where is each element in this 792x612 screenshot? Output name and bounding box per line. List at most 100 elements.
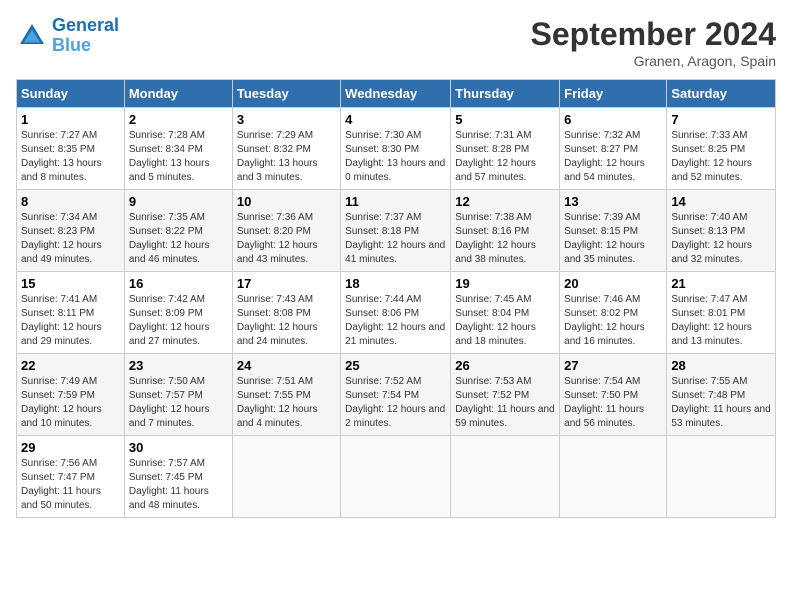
day-number: 8 — [21, 194, 120, 209]
day-detail: Sunrise: 7:27 AM Sunset: 8:35 PM Dayligh… — [21, 129, 120, 185]
day-detail: Sunrise: 7:47 AM Sunset: 8:01 PM Dayligh… — [671, 293, 771, 349]
day-detail: Sunrise: 7:54 AM Sunset: 7:50 PM Dayligh… — [564, 375, 662, 431]
day-detail: Sunrise: 7:37 AM Sunset: 8:18 PM Dayligh… — [345, 211, 446, 267]
day-number: 19 — [455, 276, 555, 291]
calendar-cell: 4 Sunrise: 7:30 AM Sunset: 8:30 PM Dayli… — [341, 108, 451, 190]
day-number: 18 — [345, 276, 446, 291]
calendar-cell: 13 Sunrise: 7:39 AM Sunset: 8:15 PM Dayl… — [560, 190, 667, 272]
calendar-cell: 20 Sunrise: 7:46 AM Sunset: 8:02 PM Dayl… — [560, 272, 667, 354]
day-number: 17 — [237, 276, 336, 291]
day-number: 10 — [237, 194, 336, 209]
calendar-cell: 23 Sunrise: 7:50 AM Sunset: 7:57 PM Dayl… — [124, 354, 232, 436]
day-detail: Sunrise: 7:36 AM Sunset: 8:20 PM Dayligh… — [237, 211, 336, 267]
day-number: 4 — [345, 112, 446, 127]
day-detail: Sunrise: 7:39 AM Sunset: 8:15 PM Dayligh… — [564, 211, 662, 267]
calendar-cell: 22 Sunrise: 7:49 AM Sunset: 7:59 PM Dayl… — [17, 354, 125, 436]
day-number: 20 — [564, 276, 662, 291]
day-number: 24 — [237, 358, 336, 373]
calendar-cell: 18 Sunrise: 7:44 AM Sunset: 8:06 PM Dayl… — [341, 272, 451, 354]
day-number: 7 — [671, 112, 771, 127]
title-block: September 2024 Granen, Aragon, Spain — [531, 16, 776, 69]
day-number: 22 — [21, 358, 120, 373]
day-detail: Sunrise: 7:42 AM Sunset: 8:09 PM Dayligh… — [129, 293, 228, 349]
calendar-week-row: 22 Sunrise: 7:49 AM Sunset: 7:59 PM Dayl… — [17, 354, 776, 436]
day-detail: Sunrise: 7:45 AM Sunset: 8:04 PM Dayligh… — [455, 293, 555, 349]
logo-text: General Blue — [52, 16, 119, 56]
calendar-cell: 6 Sunrise: 7:32 AM Sunset: 8:27 PM Dayli… — [560, 108, 667, 190]
day-detail: Sunrise: 7:29 AM Sunset: 8:32 PM Dayligh… — [237, 129, 336, 185]
calendar-cell: 19 Sunrise: 7:45 AM Sunset: 8:04 PM Dayl… — [451, 272, 560, 354]
calendar-cell: 7 Sunrise: 7:33 AM Sunset: 8:25 PM Dayli… — [667, 108, 776, 190]
day-number: 9 — [129, 194, 228, 209]
calendar-cell: 25 Sunrise: 7:52 AM Sunset: 7:54 PM Dayl… — [341, 354, 451, 436]
day-detail: Sunrise: 7:28 AM Sunset: 8:34 PM Dayligh… — [129, 129, 228, 185]
day-number: 6 — [564, 112, 662, 127]
calendar-week-row: 8 Sunrise: 7:34 AM Sunset: 8:23 PM Dayli… — [17, 190, 776, 272]
calendar-cell: 29 Sunrise: 7:56 AM Sunset: 7:47 PM Dayl… — [17, 436, 125, 518]
day-number: 12 — [455, 194, 555, 209]
day-number: 11 — [345, 194, 446, 209]
weekday-header: Monday — [124, 80, 232, 108]
day-detail: Sunrise: 7:57 AM Sunset: 7:45 PM Dayligh… — [129, 457, 228, 513]
logo-icon — [16, 20, 48, 52]
calendar-cell: 21 Sunrise: 7:47 AM Sunset: 8:01 PM Dayl… — [667, 272, 776, 354]
calendar-cell — [451, 436, 560, 518]
day-number: 25 — [345, 358, 446, 373]
day-number: 1 — [21, 112, 120, 127]
calendar-cell: 10 Sunrise: 7:36 AM Sunset: 8:20 PM Dayl… — [232, 190, 340, 272]
calendar-cell — [667, 436, 776, 518]
day-detail: Sunrise: 7:38 AM Sunset: 8:16 PM Dayligh… — [455, 211, 555, 267]
day-detail: Sunrise: 7:35 AM Sunset: 8:22 PM Dayligh… — [129, 211, 228, 267]
day-number: 15 — [21, 276, 120, 291]
calendar-cell: 9 Sunrise: 7:35 AM Sunset: 8:22 PM Dayli… — [124, 190, 232, 272]
day-detail: Sunrise: 7:50 AM Sunset: 7:57 PM Dayligh… — [129, 375, 228, 431]
day-detail: Sunrise: 7:30 AM Sunset: 8:30 PM Dayligh… — [345, 129, 446, 185]
day-number: 2 — [129, 112, 228, 127]
calendar-cell: 12 Sunrise: 7:38 AM Sunset: 8:16 PM Dayl… — [451, 190, 560, 272]
calendar-week-row: 15 Sunrise: 7:41 AM Sunset: 8:11 PM Dayl… — [17, 272, 776, 354]
calendar-cell: 5 Sunrise: 7:31 AM Sunset: 8:28 PM Dayli… — [451, 108, 560, 190]
calendar-week-row: 29 Sunrise: 7:56 AM Sunset: 7:47 PM Dayl… — [17, 436, 776, 518]
logo: General Blue — [16, 16, 119, 56]
weekday-header: Thursday — [451, 80, 560, 108]
day-number: 30 — [129, 440, 228, 455]
day-detail: Sunrise: 7:41 AM Sunset: 8:11 PM Dayligh… — [21, 293, 120, 349]
calendar-cell: 15 Sunrise: 7:41 AM Sunset: 8:11 PM Dayl… — [17, 272, 125, 354]
day-number: 14 — [671, 194, 771, 209]
calendar-cell: 14 Sunrise: 7:40 AM Sunset: 8:13 PM Dayl… — [667, 190, 776, 272]
day-detail: Sunrise: 7:31 AM Sunset: 8:28 PM Dayligh… — [455, 129, 555, 185]
location: Granen, Aragon, Spain — [531, 53, 776, 69]
calendar-cell — [560, 436, 667, 518]
day-detail: Sunrise: 7:46 AM Sunset: 8:02 PM Dayligh… — [564, 293, 662, 349]
calendar-cell: 8 Sunrise: 7:34 AM Sunset: 8:23 PM Dayli… — [17, 190, 125, 272]
day-number: 29 — [21, 440, 120, 455]
day-number: 16 — [129, 276, 228, 291]
day-detail: Sunrise: 7:49 AM Sunset: 7:59 PM Dayligh… — [21, 375, 120, 431]
weekday-header: Wednesday — [341, 80, 451, 108]
day-detail: Sunrise: 7:51 AM Sunset: 7:55 PM Dayligh… — [237, 375, 336, 431]
day-detail: Sunrise: 7:34 AM Sunset: 8:23 PM Dayligh… — [21, 211, 120, 267]
calendar-cell: 24 Sunrise: 7:51 AM Sunset: 7:55 PM Dayl… — [232, 354, 340, 436]
calendar-cell: 16 Sunrise: 7:42 AM Sunset: 8:09 PM Dayl… — [124, 272, 232, 354]
day-number: 3 — [237, 112, 336, 127]
calendar-cell: 27 Sunrise: 7:54 AM Sunset: 7:50 PM Dayl… — [560, 354, 667, 436]
day-detail: Sunrise: 7:44 AM Sunset: 8:06 PM Dayligh… — [345, 293, 446, 349]
day-number: 26 — [455, 358, 555, 373]
day-detail: Sunrise: 7:56 AM Sunset: 7:47 PM Dayligh… — [21, 457, 120, 513]
calendar-table: SundayMondayTuesdayWednesdayThursdayFrid… — [16, 79, 776, 518]
weekday-header: Sunday — [17, 80, 125, 108]
day-number: 21 — [671, 276, 771, 291]
day-detail: Sunrise: 7:55 AM Sunset: 7:48 PM Dayligh… — [671, 375, 771, 431]
calendar-cell: 1 Sunrise: 7:27 AM Sunset: 8:35 PM Dayli… — [17, 108, 125, 190]
day-number: 28 — [671, 358, 771, 373]
calendar-week-row: 1 Sunrise: 7:27 AM Sunset: 8:35 PM Dayli… — [17, 108, 776, 190]
day-detail: Sunrise: 7:53 AM Sunset: 7:52 PM Dayligh… — [455, 375, 555, 431]
page-header: General Blue September 2024 Granen, Arag… — [16, 16, 776, 69]
calendar-cell — [341, 436, 451, 518]
day-detail: Sunrise: 7:43 AM Sunset: 8:08 PM Dayligh… — [237, 293, 336, 349]
day-number: 23 — [129, 358, 228, 373]
day-detail: Sunrise: 7:32 AM Sunset: 8:27 PM Dayligh… — [564, 129, 662, 185]
month-title: September 2024 — [531, 16, 776, 53]
calendar-cell: 11 Sunrise: 7:37 AM Sunset: 8:18 PM Dayl… — [341, 190, 451, 272]
day-number: 5 — [455, 112, 555, 127]
